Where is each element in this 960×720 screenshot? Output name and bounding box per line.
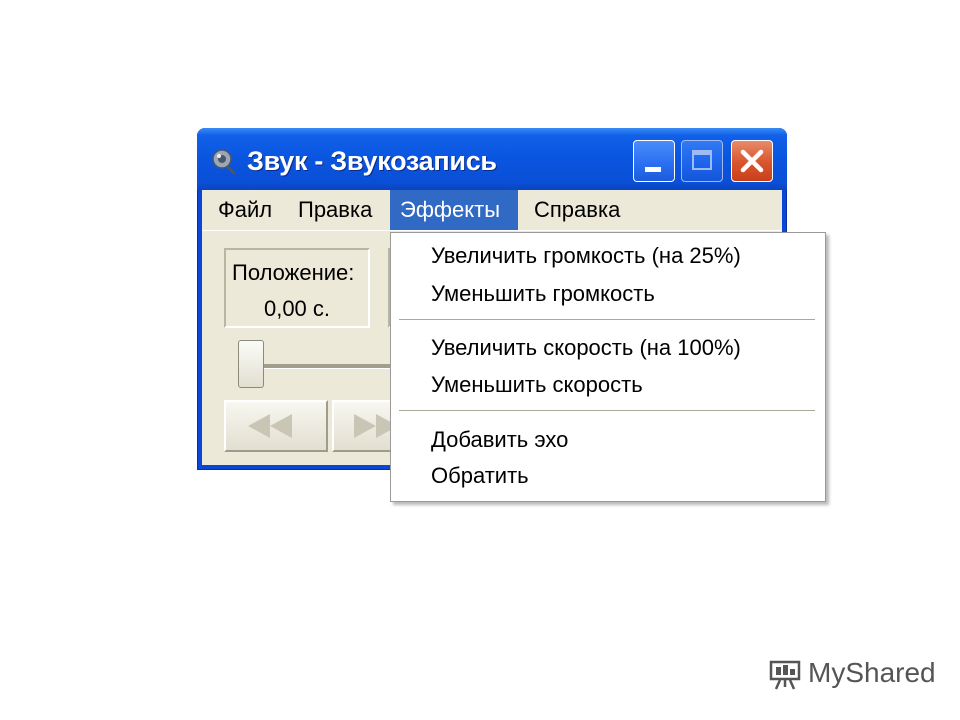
position-panel: Положение: 0,00 с. <box>224 248 370 328</box>
title-bar[interactable]: Звук - Звукозапись <box>197 128 787 190</box>
menu-separator <box>399 319 815 321</box>
rewind-button[interactable] <box>224 400 328 452</box>
menu-item-decrease-volume[interactable]: Уменьшить громкость <box>431 279 655 309</box>
menu-file[interactable]: Файл <box>208 190 282 230</box>
menu-edit[interactable]: Правка <box>288 190 382 230</box>
menu-item-add-echo[interactable]: Добавить эхо <box>431 425 568 455</box>
watermark-text: MyShared <box>808 657 936 688</box>
menu-separator <box>399 410 815 412</box>
menu-item-reverse[interactable]: Обратить <box>431 461 529 491</box>
speaker-icon <box>212 149 237 176</box>
close-button[interactable] <box>731 140 773 182</box>
effects-dropdown-menu: Увеличить громкость (на 25%) Уменьшить г… <box>390 232 826 502</box>
menu-effects[interactable]: Эффекты <box>390 190 518 230</box>
menu-item-increase-volume[interactable]: Увеличить громкость (на 25%) <box>431 241 741 271</box>
menu-help[interactable]: Справка <box>524 190 630 230</box>
projector-icon <box>769 660 801 690</box>
maximize-icon <box>692 150 712 170</box>
position-value: 0,00 с. <box>263 296 331 321</box>
seek-track[interactable] <box>246 364 406 369</box>
menu-item-increase-speed[interactable]: Увеличить скорость (на 100%) <box>431 333 741 363</box>
minimize-icon <box>645 167 661 172</box>
close-icon <box>740 149 764 173</box>
menu-bar: Файл Правка Эффекты Справка <box>202 190 782 231</box>
menu-item-decrease-speed[interactable]: Уменьшить скорость <box>431 370 643 400</box>
window-title: Звук - Звукозапись <box>247 146 497 176</box>
maximize-button[interactable] <box>681 140 723 182</box>
minimize-button[interactable] <box>633 140 675 182</box>
rewind-icon <box>248 414 292 438</box>
seek-slider-thumb[interactable] <box>238 340 264 388</box>
position-label: Положение: <box>232 260 355 285</box>
